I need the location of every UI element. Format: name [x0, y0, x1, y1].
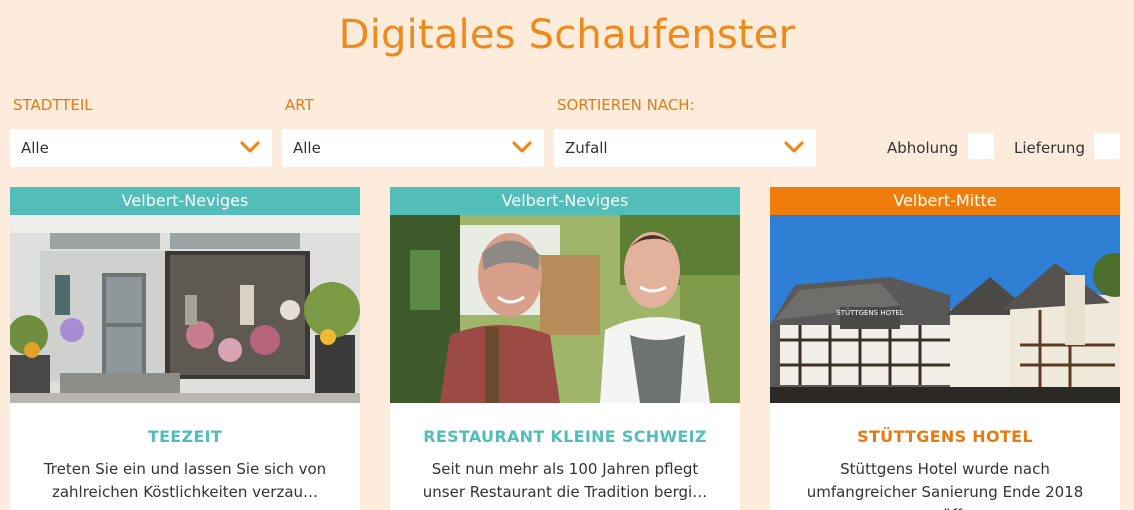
page-title: Digitales Schaufenster [338, 12, 796, 58]
hotel-image: STÜTTGENS HOTEL [770, 215, 1120, 403]
filter-label-sort: SORTIEREN NACH: [557, 96, 695, 114]
abholung-checkbox[interactable] [968, 133, 994, 159]
abholung-label: Abholung [887, 139, 959, 157]
shop-card[interactable]: Velbert-Neviges TEEZEIT Treten Sie ein u… [10, 187, 360, 510]
filter-label-stadtteil: STADTTEIL [13, 96, 93, 114]
shop-card[interactable]: Velbert-Neviges RESTAURANT KLEINE SCHWEI… [390, 187, 740, 510]
lieferung-checkbox[interactable] [1094, 133, 1120, 159]
chevron-down-icon [240, 141, 260, 153]
storefront-image [10, 215, 360, 403]
card-district-badge: Velbert-Neviges [390, 187, 740, 215]
sort-select[interactable]: Zufall [554, 129, 816, 167]
stadtteil-select-value: Alle [21, 139, 49, 157]
chevron-down-icon [512, 141, 532, 153]
card-image-chefs[interactable] [390, 215, 740, 403]
card-title[interactable]: RESTAURANT KLEINE SCHWEIZ [390, 427, 740, 446]
card-image-storefront[interactable] [10, 215, 360, 403]
chefs-image [390, 215, 740, 403]
card-description: Seit nun mehr als 100 Jahren pflegt unse… [422, 460, 708, 501]
hotel-sign-text: STÜTTGENS HOTEL [836, 308, 903, 317]
card-description: Treten Sie ein und lassen Sie sich von z… [43, 460, 327, 501]
card-image-hotel[interactable]: STÜTTGENS HOTEL [770, 215, 1120, 403]
filter-label-art: ART [285, 96, 314, 114]
shop-card[interactable]: Velbert-Mitte STÜTTGENS HOTEL STÜTTGENS … [770, 187, 1120, 510]
art-select-value: Alle [293, 139, 321, 157]
stadtteil-select[interactable]: Alle [10, 129, 272, 167]
card-district-badge: Velbert-Neviges [10, 187, 360, 215]
card-district-badge: Velbert-Mitte [770, 187, 1120, 215]
card-description: Stüttgens Hotel wurde nach umfangreicher… [806, 460, 1084, 510]
lieferung-label: Lieferung [1014, 139, 1085, 157]
card-title[interactable]: TEEZEIT [10, 427, 360, 446]
art-select[interactable]: Alle [282, 129, 544, 167]
card-title[interactable]: STÜTTGENS HOTEL [770, 427, 1120, 446]
chevron-down-icon [784, 141, 804, 153]
sort-select-value: Zufall [565, 139, 608, 157]
